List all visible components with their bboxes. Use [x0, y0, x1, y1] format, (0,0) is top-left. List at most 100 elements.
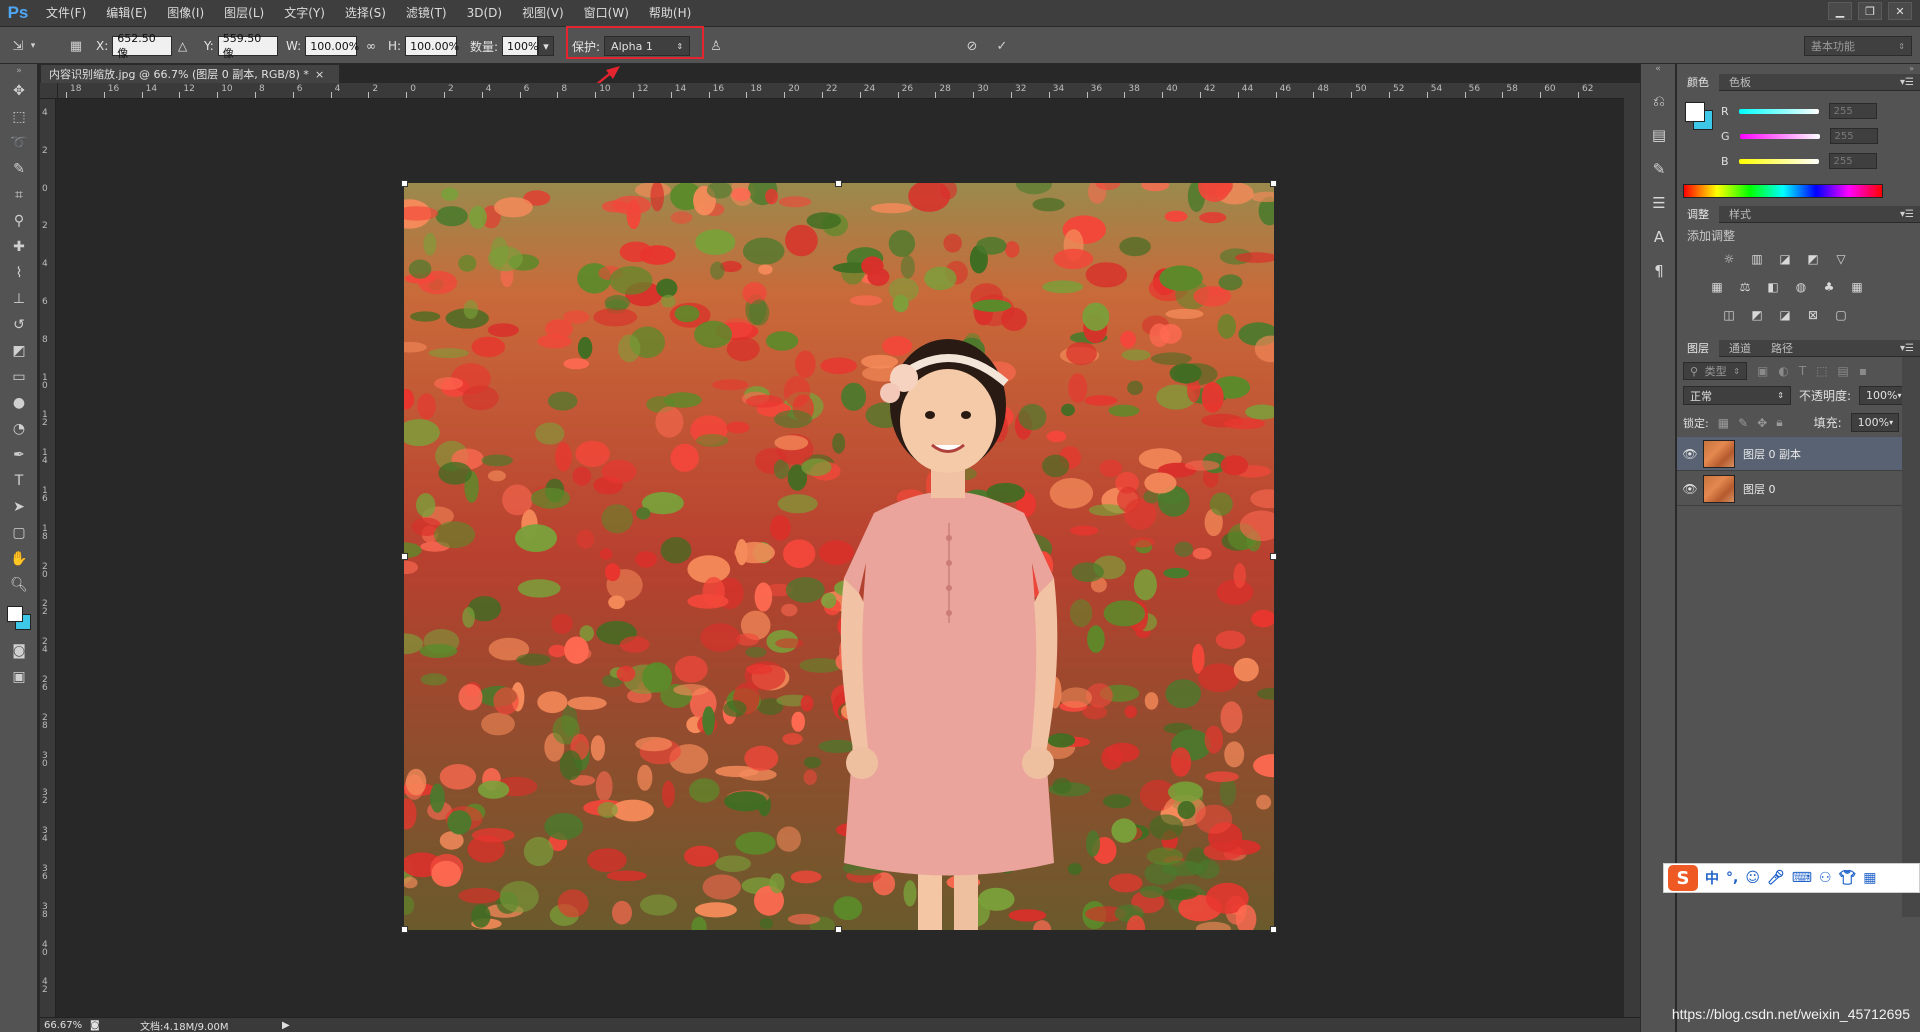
opacity-input[interactable]: 100% ▾	[1859, 386, 1908, 405]
layer-name[interactable]: 图层 0	[1743, 481, 1776, 497]
filter-shape-icon[interactable]: ⬚	[1816, 364, 1827, 378]
photo-filter-icon[interactable]: ◍	[1789, 276, 1813, 298]
color-balance-icon[interactable]: ⚖	[1733, 276, 1757, 298]
foreground-swatch[interactable]	[7, 606, 23, 622]
minimize-icon[interactable]: ▁	[1828, 2, 1852, 20]
menu-3d[interactable]: 3D(D)	[457, 0, 512, 26]
transform-handle-tr[interactable]	[1270, 180, 1277, 187]
hue-saturation-icon[interactable]: ▦	[1705, 276, 1729, 298]
protect-skin-tones[interactable]: ♙	[706, 35, 726, 57]
character-icon[interactable]: A	[1641, 220, 1677, 254]
filter-adjust-icon[interactable]: ◐	[1778, 364, 1788, 378]
amount-dropdown[interactable]: ▾	[538, 36, 555, 56]
menu-layer[interactable]: 图层(L)	[214, 0, 274, 26]
marquee-tool-icon[interactable]: ⬚	[0, 104, 38, 130]
blend-mode-select[interactable]: 正常 ⇕	[1683, 386, 1791, 405]
zoom-level[interactable]: 66.67%	[40, 1020, 90, 1031]
transform-handle-bm[interactable]	[835, 926, 842, 933]
panel-menu-icon[interactable]: ▾☰	[1900, 343, 1920, 354]
fill-input[interactable]: 100% ▾	[1850, 413, 1899, 432]
blur-tool-icon[interactable]: ●	[0, 390, 38, 416]
color-spectrum[interactable]	[1683, 184, 1883, 198]
color-swatches[interactable]	[0, 598, 38, 638]
eye-icon[interactable]: 👁︎	[1677, 482, 1703, 496]
sogou-logo[interactable]: S	[1668, 865, 1698, 891]
stamp-tool-icon[interactable]: ⊥	[0, 286, 38, 312]
eye-icon[interactable]: 👁︎	[1677, 447, 1703, 461]
lasso-tool-icon[interactable]: ➰	[0, 130, 38, 156]
eyedropper-tool-icon[interactable]: ⚲	[0, 208, 38, 234]
transform-handle-bl[interactable]	[401, 926, 408, 933]
canvas-image[interactable]	[404, 183, 1274, 930]
tab-channels[interactable]: 通道	[1719, 340, 1761, 357]
history-brush-tool-icon[interactable]: ↺	[0, 312, 38, 338]
reference-point[interactable]: ▦	[66, 35, 86, 57]
status-menu-arrow-icon[interactable]: ▶	[282, 1020, 290, 1031]
shape-tool-icon[interactable]: ▢	[0, 520, 38, 546]
document-tab[interactable]: 内容识别缩放.jpg @ 66.7% (图层 0 副本, RGB/8) * ×	[40, 64, 340, 83]
invert-icon[interactable]: ◫	[1717, 304, 1741, 326]
layer-name[interactable]: 图层 0 副本	[1743, 446, 1801, 462]
vertical-ruler[interactable]: 4 2 0 2 4 6 8 1 0 1 2 1 4 1 6 1 8 2 0 2 2 2 4 2 6 2 8 3 0…	[40, 99, 56, 1017]
fg-color-swatch[interactable]	[1685, 102, 1705, 122]
panel-collapse-icon[interactable]: »	[1677, 64, 1920, 74]
b-slider[interactable]	[1738, 158, 1819, 164]
adjustments-icon[interactable]: ☰	[1641, 186, 1677, 220]
menu-view[interactable]: 视图(V)	[512, 0, 574, 26]
vertical-scrollbar[interactable]	[1624, 83, 1640, 1017]
menu-edit[interactable]: 编辑(E)	[96, 0, 157, 26]
transform-handle-br[interactable]	[1270, 926, 1277, 933]
ime-emoji[interactable]: ☺	[1745, 870, 1760, 886]
exposure-icon[interactable]: ◩	[1801, 248, 1825, 270]
lock-all-icon[interactable]: 🔒︎	[1776, 415, 1782, 430]
menu-filter[interactable]: 滤镜(T)	[396, 0, 457, 26]
panel-collapse-icon[interactable]: »	[0, 64, 38, 78]
brush-tool-icon[interactable]: ⌇	[0, 260, 38, 286]
cancel-transform[interactable]: ⊘	[962, 35, 982, 57]
screen-mode-icon[interactable]: ▣	[0, 664, 38, 690]
quick-mask-icon[interactable]: ◙	[0, 638, 38, 664]
restore-icon[interactable]: ❐	[1858, 2, 1882, 20]
layer-row[interactable]: 👁︎ 图层 0 副本	[1677, 437, 1902, 471]
transform-handle-tl[interactable]	[401, 180, 408, 187]
eraser-tool-icon[interactable]: ◩	[0, 338, 38, 364]
transform-handle-tm[interactable]	[835, 180, 842, 187]
curves-icon[interactable]: ◪	[1773, 248, 1797, 270]
skin-icon[interactable]: 👕︎	[1839, 870, 1857, 886]
panel-menu-icon[interactable]: ▾☰	[1900, 209, 1920, 220]
workspace-select[interactable]: 基本功能 ⇕	[1804, 36, 1912, 56]
b-value[interactable]: 255	[1828, 153, 1877, 169]
lock-transparent-icon[interactable]: ▦	[1718, 416, 1729, 430]
close-tab-icon[interactable]: ×	[315, 68, 324, 81]
delta-icon[interactable]: △	[178, 35, 187, 57]
lock-pixels-icon[interactable]: ✎	[1738, 416, 1748, 430]
black-white-icon[interactable]: ◧	[1761, 276, 1785, 298]
tab-paths[interactable]: 路径	[1761, 340, 1803, 357]
protect-select[interactable]: Alpha 1 ⇕	[604, 36, 691, 56]
keyboard-icon[interactable]: ⌨	[1792, 870, 1812, 886]
tab-styles[interactable]: 样式	[1719, 206, 1761, 223]
menu-select[interactable]: 选择(S)	[335, 0, 396, 26]
h-input[interactable]: 100.00%	[405, 36, 459, 56]
g-value[interactable]: 255	[1829, 128, 1878, 144]
vibrance-icon[interactable]: ▽	[1829, 248, 1853, 270]
grid-menu-icon[interactable]: ▦	[1863, 870, 1876, 886]
filter-smart-icon[interactable]: ▤	[1838, 364, 1849, 378]
menu-image[interactable]: 图像(I)	[157, 0, 214, 26]
g-slider[interactable]	[1739, 133, 1820, 139]
status-icon[interactable]: ◙	[90, 1020, 110, 1031]
selective-color-icon[interactable]: ▢	[1829, 304, 1853, 326]
hand-tool-icon[interactable]: ✋	[0, 546, 38, 572]
panel-menu-icon[interactable]: ▾☰	[1900, 77, 1920, 88]
gradient-tool-icon[interactable]: ▭	[0, 364, 38, 390]
paragraph-icon[interactable]: ¶	[1641, 254, 1677, 288]
filter-pixel-icon[interactable]: ▣	[1757, 364, 1768, 378]
r-value[interactable]: 255	[1828, 103, 1877, 119]
layer-row[interactable]: 👁︎ 图层 0	[1677, 472, 1902, 506]
type-tool-icon[interactable]: T	[0, 468, 38, 494]
healing-tool-icon[interactable]: ✚	[0, 234, 38, 260]
dock-collapse-icon[interactable]: «	[1641, 64, 1675, 84]
w-input[interactable]: 100.00%	[305, 36, 359, 56]
menu-file[interactable]: 文件(F)	[36, 0, 96, 26]
brightness-icon[interactable]: ☼	[1717, 248, 1741, 270]
